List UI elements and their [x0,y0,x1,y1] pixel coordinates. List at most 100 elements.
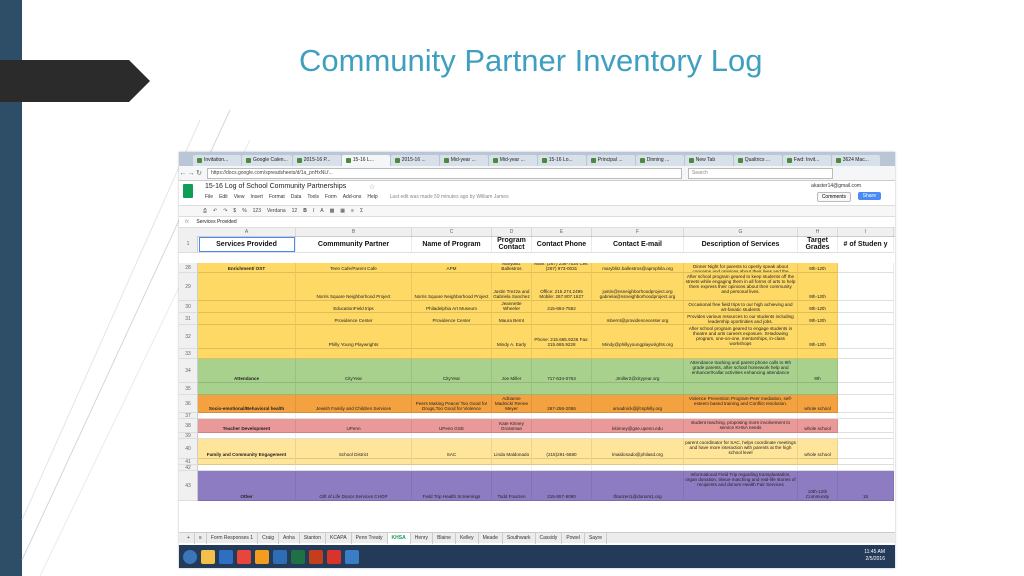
table-cell[interactable]: Main: (267) 236-7534 Cell: (267) 973-003… [532,263,592,273]
powerpoint-icon[interactable] [309,549,323,564]
table-cell[interactable]: mbernt@providencecenter.org [592,313,684,325]
start-button-icon[interactable] [183,549,197,564]
browser-tab[interactable]: Principal ... [586,155,635,166]
document-title[interactable]: 15-16 Log of School Community Partnershi… [205,183,346,190]
row-number[interactable]: 32 [179,325,198,349]
table-cell[interactable]: 215-684-7582 [532,301,592,313]
table-cell[interactable]: Philadelphia Art Museum [412,301,492,313]
table-cell[interactable] [198,301,296,313]
table-cell[interactable]: student teaching, proposing more involve… [684,419,798,433]
table-cell[interactable]: UPenn GSE [412,419,492,433]
italic-button[interactable]: I [313,208,314,214]
table-cell[interactable] [532,383,592,395]
row-number[interactable]: 38 [179,419,198,433]
menu-item-tools[interactable]: Tools [307,194,319,200]
back-icon[interactable]: ← [179,170,187,177]
table-cell[interactable]: Gift of Life Donor Services CHOP [296,471,412,501]
sheet-tab[interactable]: Form Responses 1 [207,532,259,544]
table-cell[interactable] [198,383,296,395]
table-cell[interactable] [532,313,592,325]
table-cell[interactable] [838,301,894,313]
share-button[interactable]: Share [857,192,881,200]
table-cell[interactable] [532,349,592,359]
table-cell[interactable]: Mindy A. Early [492,325,532,349]
menu-item-view[interactable]: View [234,194,245,200]
table-cell[interactable]: 9th-12th [798,313,838,325]
table-cell[interactable]: Other [198,471,296,501]
table-cell[interactable]: Attendance [198,359,296,383]
table-cell[interactable]: Enrichment/ OST [198,263,296,273]
table-cell[interactable]: parent coordinator for SAC, helps coordi… [684,439,798,459]
browser-tab[interactable]: Google Calen... [242,155,292,166]
header-cell[interactable]: Commmunity Partner [296,236,412,253]
table-cell[interactable]: Peers Making Peace/ Too Good for Drugs,T… [412,395,492,413]
table-cell[interactable]: Maura Bernt [492,313,532,325]
menu-item-help[interactable]: Help [367,194,377,200]
excel-icon[interactable] [291,549,305,564]
sheet-tab[interactable]: KHSA [387,532,411,544]
table-cell[interactable] [412,325,492,349]
sheets-logo-icon[interactable] [183,184,193,198]
percent-button[interactable]: % [242,208,246,214]
redo-icon[interactable]: ↷ [223,208,227,214]
row-number[interactable]: 30 [179,301,198,313]
pdf-icon[interactable] [327,549,341,564]
table-cell[interactable]: Kate Kinney Grossman [492,419,532,433]
sum-icon[interactable]: Σ [360,208,363,214]
column-header[interactable]: E [532,228,592,236]
table-cell[interactable]: 9th-12th [798,273,838,301]
table-cell[interactable]: SAC [412,439,492,459]
table-cell[interactable]: EducationField trips [296,301,412,313]
comments-button[interactable]: Comments [816,192,851,202]
table-cell[interactable]: (215)291-5680 [532,439,592,459]
fill-color-icon[interactable]: ▩ [330,208,335,214]
table-cell[interactable] [492,349,532,359]
row-number[interactable]: 31 [179,313,198,325]
menu-item-file[interactable]: File [205,194,213,200]
table-cell[interactable] [412,349,492,359]
browser-tab[interactable]: Mid-year ... [439,155,488,166]
table-cell[interactable] [198,273,296,301]
browser-search-field[interactable]: Search [688,167,833,179]
row-number[interactable]: 43 [179,471,198,501]
table-cell[interactable]: Violence Prevention Program-Peer mediati… [684,395,798,413]
sheet-tab[interactable]: Southwark [503,532,536,544]
sheet-tab[interactable]: Henry [411,532,434,544]
table-cell[interactable]: Jeannette Wheeler [492,301,532,313]
table-cell[interactable]: CityYear [296,359,412,383]
browser-tab[interactable]: Invitation... [193,155,241,166]
table-cell[interactable]: Field Trip Health Screenings [412,471,492,501]
column-header[interactable]: I [838,228,894,236]
font-select[interactable]: Verdana [267,208,286,214]
sheet-tab[interactable]: Sayre [585,532,607,544]
table-cell[interactable]: justin@nsneighborhoodproject.org gabriel… [592,273,684,301]
formula-input[interactable]: Services Provided [196,219,236,225]
header-cell[interactable]: Program Contact [492,236,532,253]
column-header[interactable]: H [798,228,838,236]
table-cell[interactable]: lmaldonado@philasd.org [592,439,684,459]
row-number[interactable]: 29 [179,273,198,301]
taskbar-clock[interactable]: 11:45 AM 2/5/2016 [864,549,885,563]
table-cell[interactable]: CityYear [412,359,492,383]
text-color-icon[interactable]: A [320,208,323,214]
table-cell[interactable]: Phone: 215.665.9226 Fax: 215.665.9228 [532,325,592,349]
menu-item-form[interactable]: Form [325,194,337,200]
sheet-tab[interactable]: Kelley [456,532,479,544]
table-cell[interactable]: Justin Trezza and Gabriela Sanchez [492,273,532,301]
sheet-list-icon[interactable]: ≡ [195,532,207,544]
table-cell[interactable]: Providence Center [296,313,412,325]
browser-tab[interactable]: Qualtrics ... [733,155,782,166]
table-cell[interactable] [838,273,894,301]
header-cell[interactable]: Name of Program [412,236,492,253]
browser-tab[interactable]: Mid-year ... [488,155,537,166]
table-cell[interactable]: whole school [798,419,838,433]
row-number[interactable]: 34 [179,359,198,383]
browser-tab[interactable]: 2015-16 P... [292,155,341,166]
table-cell[interactable]: Todd Franzen [492,471,532,501]
table-cell[interactable]: 9th-12th [798,301,838,313]
table-cell[interactable]: 267-256-2056 [532,395,592,413]
row-number[interactable]: 36 [179,395,198,413]
menu-item-data[interactable]: Data [291,194,302,200]
table-cell[interactable]: Attendance tracking and parent phone cal… [684,359,798,383]
table-cell[interactable]: Dinner Night for parents to openly speak… [684,263,798,273]
